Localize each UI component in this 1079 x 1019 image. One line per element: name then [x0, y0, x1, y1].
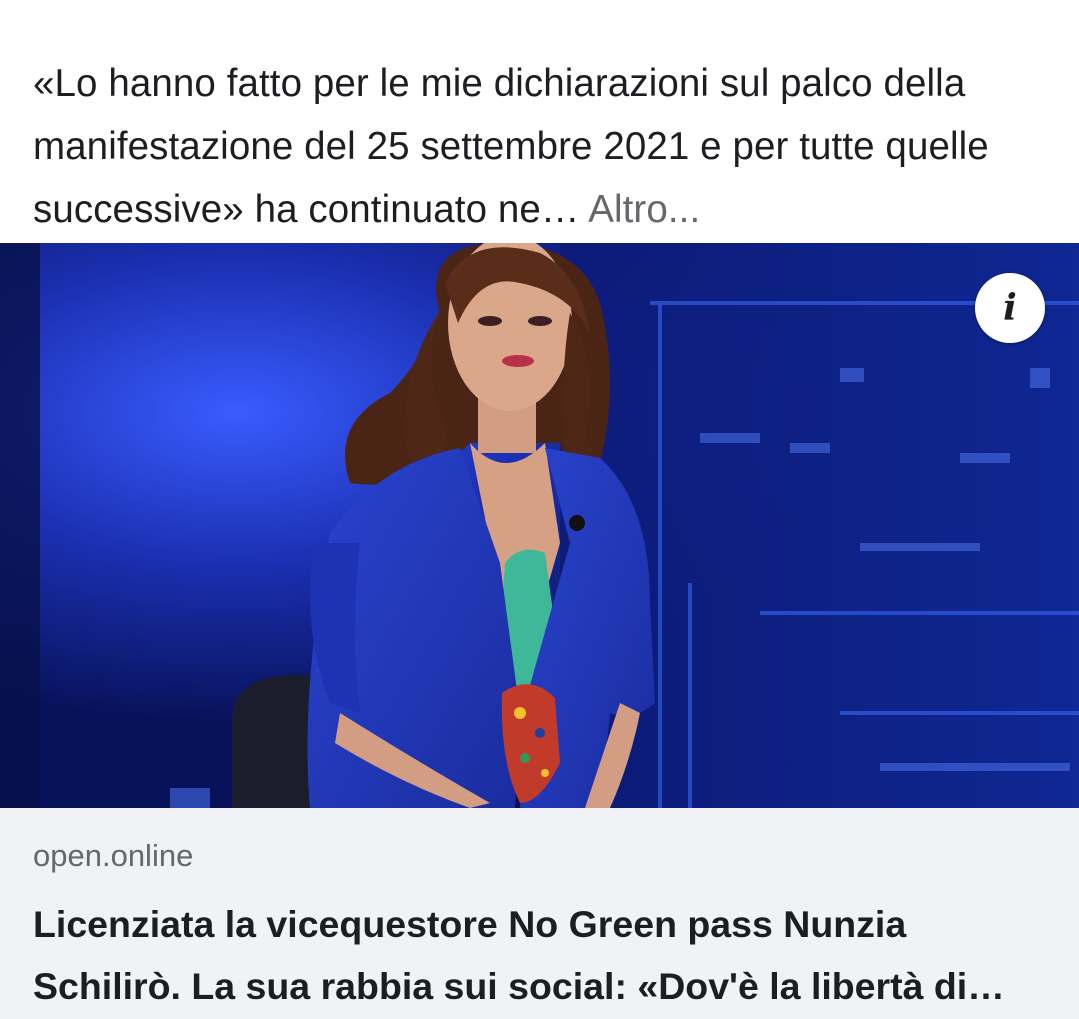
post-text: «Lo hanno fatto per le mie dichiarazioni… [33, 52, 1053, 241]
post-text-body: «Lo hanno fatto per le mie dichiarazioni… [33, 62, 989, 231]
link-domain: open.online [33, 838, 194, 873]
info-button[interactable]: i [975, 273, 1045, 343]
link-preview-card[interactable]: i open.online Licenziata la vicequestore… [0, 243, 1079, 1019]
link-headline: Licenziata la vicequestore No Green pass… [33, 903, 1005, 1007]
see-more-link[interactable]: Altro... [588, 188, 700, 231]
link-preview-image[interactable]: i [0, 243, 1079, 808]
link-preview-caption[interactable]: open.online Licenziata la vicequestore N… [0, 808, 1079, 1019]
studio-photo [0, 243, 1079, 808]
info-icon: i [1003, 287, 1017, 329]
